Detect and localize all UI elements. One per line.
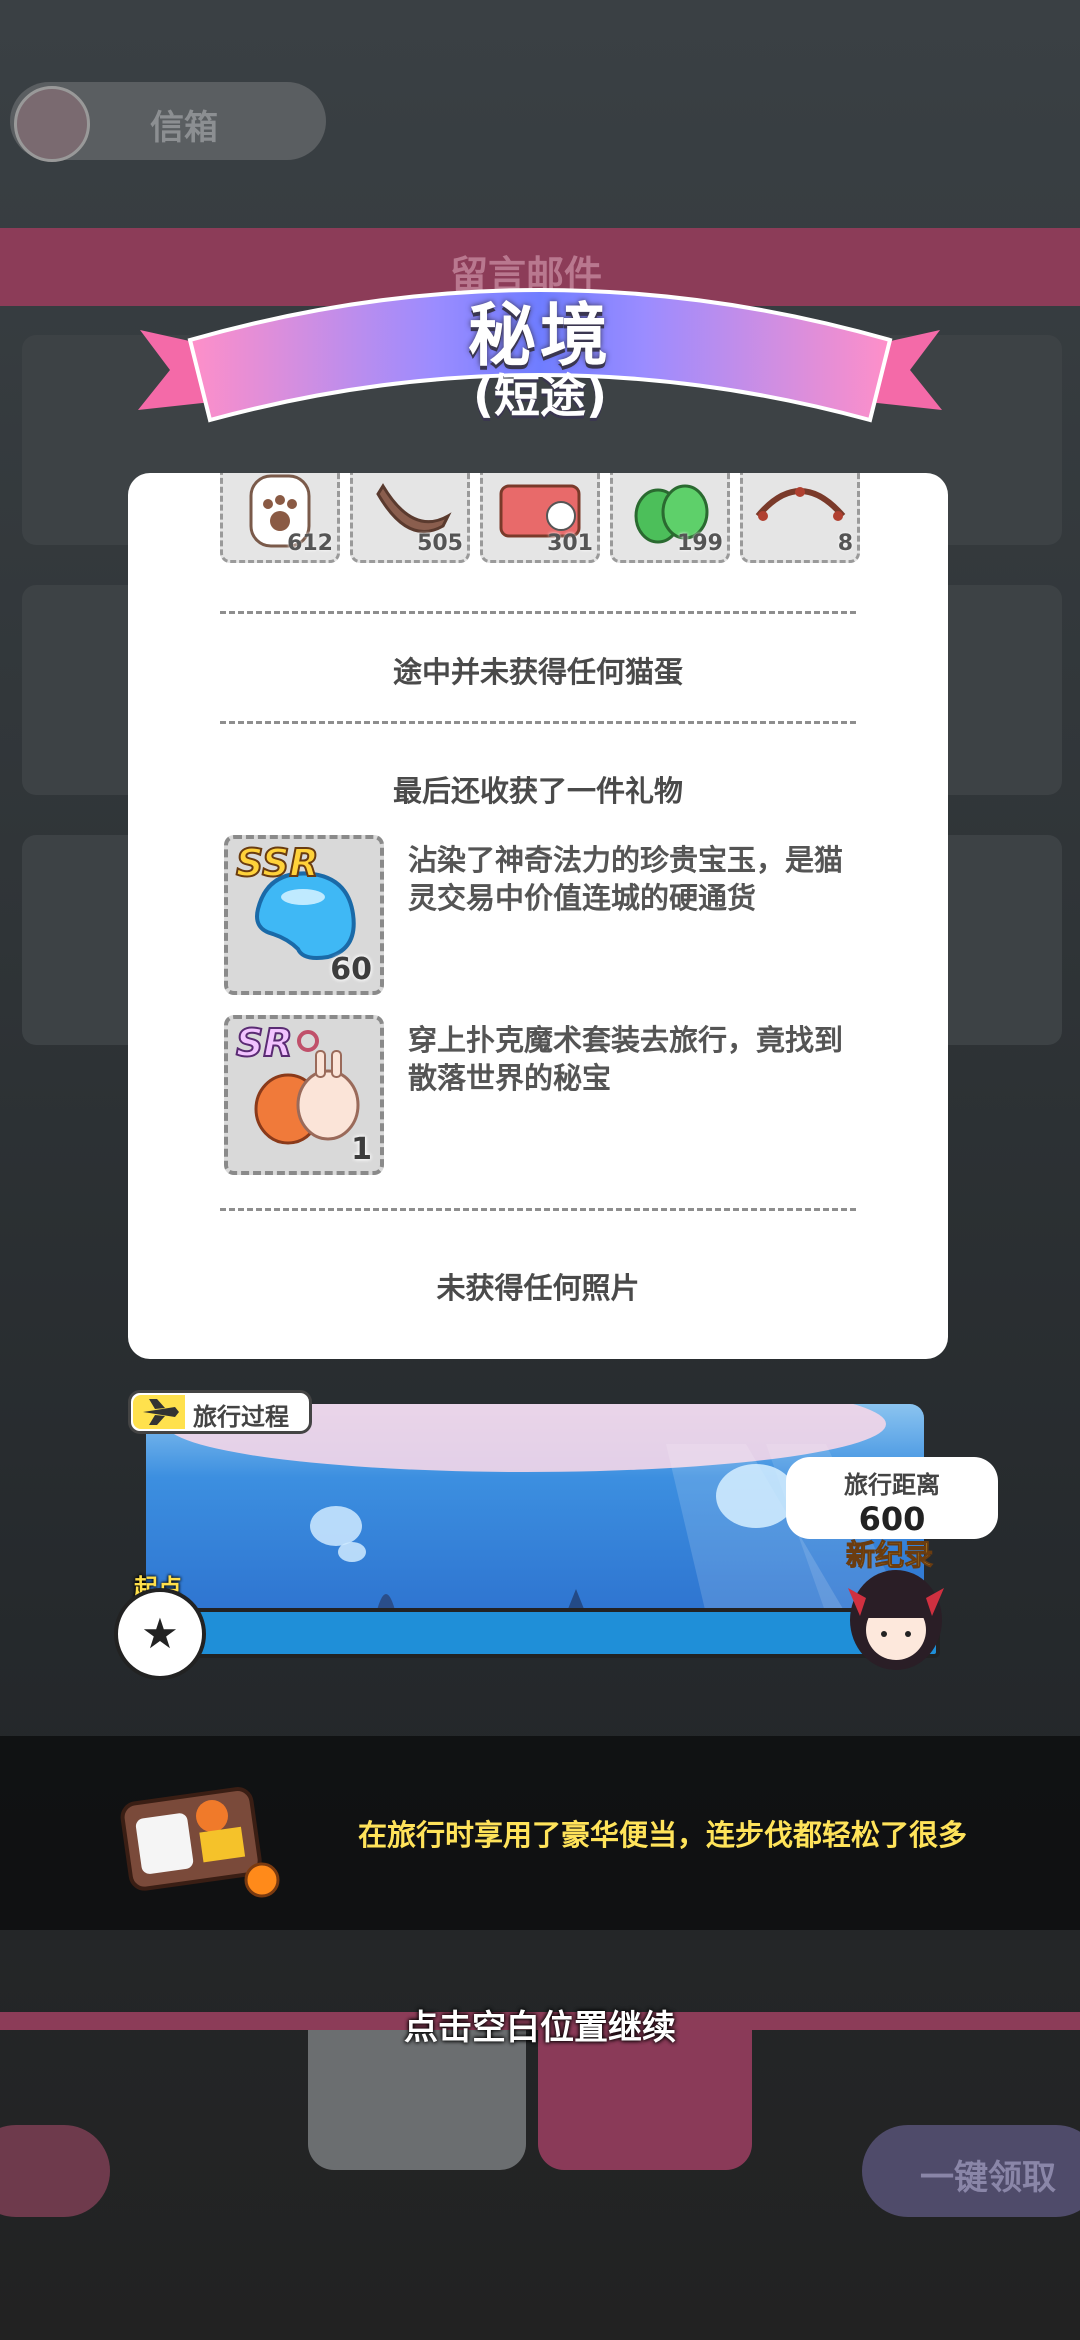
list-item: 199 — [610, 473, 730, 563]
item-count: 8 — [837, 531, 853, 556]
page-subtitle: (短途) — [472, 369, 608, 423]
divider — [220, 611, 856, 614]
list-item: 612 — [220, 473, 340, 563]
travel-progress-bar — [150, 1608, 940, 1658]
traveler-avatar — [848, 1570, 944, 1670]
start-star-icon: ★ — [114, 1588, 206, 1680]
distance-title: 旅行距离 — [844, 1471, 940, 1499]
reward-card: 612 505 301 199 8 途中并未获得任何猫蛋 最后还收获了一件礼物 … — [128, 473, 948, 1359]
gift-item-sr: SR 1 — [224, 1015, 384, 1175]
claim-all-label: 一键领取 — [920, 2158, 1056, 2198]
divider — [220, 721, 856, 724]
list-item: 505 — [350, 473, 470, 563]
gift-description: 穿上扑克魔术套装去旅行，竟找到散落世界的秘宝 — [408, 1023, 844, 1095]
item-count: 199 — [677, 531, 723, 556]
bento-box-icon — [120, 1787, 280, 1898]
no-eggs-text: 途中并未获得任何猫蛋 — [392, 655, 683, 689]
mailbox-label: 信箱 — [150, 108, 218, 148]
item-count: 505 — [417, 531, 463, 556]
gift-description: 沾染了神奇法力的珍贵宝玉，是猫灵交易中价值连城的硬通货 — [408, 843, 844, 915]
rarity-badge: SSR — [235, 840, 320, 886]
distance-bubble: 旅行距离 600 — [786, 1457, 998, 1539]
gift-count: 60 — [330, 952, 372, 987]
back-button — [0, 2125, 110, 2217]
paw-tab-button — [308, 2030, 526, 2170]
tap-to-continue-hint[interactable]: 点击空白位置继续 — [0, 2000, 1080, 2049]
no-photos-text: 未获得任何照片 — [436, 1271, 640, 1305]
travel-process-label: 旅行过程 — [193, 1403, 289, 1431]
gift-item-ssr: SSR 60 — [224, 835, 384, 995]
rarity-badge: SR — [235, 1020, 294, 1066]
list-item: 8 — [740, 473, 860, 563]
cat-tab-button — [538, 2030, 752, 2170]
divider — [220, 1208, 856, 1211]
plane-icon — [133, 1395, 185, 1429]
travel-process-tag: 旅行过程 — [128, 1390, 312, 1434]
list-item: 301 — [480, 473, 600, 563]
item-count: 301 — [547, 531, 593, 556]
avatar — [14, 86, 90, 162]
food-bonus-text: 在旅行时享用了豪华便当，连步伐都轻松了很多 — [358, 1818, 968, 1852]
gift-count: 1 — [351, 1132, 372, 1167]
item-list: 612 505 301 199 8 — [220, 473, 870, 565]
item-count: 612 — [287, 531, 333, 556]
gift-header-text: 最后还收获了一件礼物 — [392, 774, 683, 808]
